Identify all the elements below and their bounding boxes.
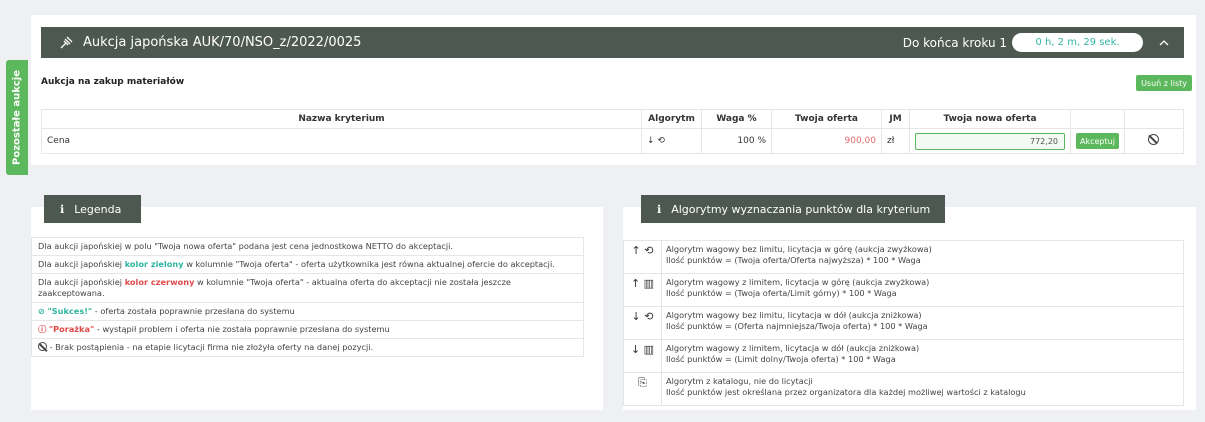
- criterion-name: Cena: [41, 128, 642, 154]
- list-item: ↓ ⟲ Algorytm wagowy bez limitu, licytacj…: [623, 306, 1184, 340]
- algorithm-up-limited-icon: ↑ ▥: [623, 273, 662, 307]
- unit-value: zł: [881, 128, 910, 154]
- col-criterion-name: Nazwa kryterium: [41, 109, 642, 129]
- legend-list: Dla aukcji japońskiej w polu "Twoja nowa…: [31, 236, 584, 358]
- info-icon: ℹ: [60, 202, 65, 216]
- col-your-offer: Twoja oferta: [771, 109, 882, 129]
- algorithm-down-unlimited-icon: ↓ ⟲: [623, 306, 662, 340]
- ban-icon: [38, 342, 47, 352]
- algorithms-header: ℹ Algorytmy wyznaczania punktów dla kryt…: [641, 195, 945, 223]
- col-accept: [1070, 109, 1125, 129]
- countdown-timer: 0 h, 2 m, 29 sek.: [1012, 33, 1143, 52]
- col-new-offer: Twoja nowa oferta: [909, 109, 1071, 129]
- list-item: ⎘ Algorytm z katalogu, nie do licytacji I…: [623, 372, 1184, 406]
- list-item: ↑ ⟲ Algorytm wagowy bez limitu, licytacj…: [623, 240, 1184, 274]
- side-tab-label: Pozostałe aukcje: [11, 70, 23, 165]
- legend-header: ℹ Legenda: [44, 195, 141, 223]
- green-highlight: kolor zielony: [124, 259, 184, 270]
- algorithm-down-limited-icon: ↓ ▥: [623, 339, 662, 373]
- ban-icon[interactable]: [1148, 134, 1160, 145]
- side-tab-other-auctions[interactable]: Pozostałe aukcje: [6, 60, 28, 175]
- no-bid-cell: [1123, 128, 1185, 154]
- col-weight: Waga %: [701, 109, 772, 129]
- algorithms-card: ℹ Algorytmy wyznaczania punktów dla kryt…: [623, 195, 1196, 410]
- check-circle-icon: ⊘: [38, 306, 45, 317]
- catalog-icon: ⎘: [623, 372, 662, 406]
- accept-cell: Akceptuj: [1070, 128, 1125, 154]
- chevron-up-icon[interactable]: [1158, 37, 1170, 49]
- list-item: Dla aukcji japońskiej kolor czerwony w k…: [31, 273, 584, 304]
- list-item: Dla aukcji japońskiej kolor zielony w ko…: [31, 255, 584, 275]
- table-row: Cena ↓ ⟲ 100 % 900,00 zł 772,20 Akceptuj: [41, 128, 1185, 154]
- algorithms-list: ↑ ⟲ Algorytm wagowy bez limitu, licytacj…: [623, 240, 1184, 406]
- legend-title: Legenda: [74, 202, 122, 216]
- gavel-icon: [59, 36, 73, 50]
- algorithm-up-unlimited-icon: ↑ ⟲: [623, 240, 662, 274]
- weight-value: 100 %: [701, 128, 772, 154]
- accept-button[interactable]: Akceptuj: [1076, 133, 1119, 149]
- auction-card: Aukcja japońska AUK/70/NSO_z/2022/0025 D…: [31, 15, 1196, 165]
- red-highlight: kolor czerwony: [124, 277, 195, 288]
- auction-header: Aukcja japońska AUK/70/NSO_z/2022/0025 D…: [41, 27, 1184, 58]
- list-item: ⓘ "Porażka" - wystąpił problem i oferta …: [31, 320, 584, 340]
- col-unit: JM: [881, 109, 910, 129]
- success-label: "Sukces!": [47, 306, 93, 317]
- auction-title: Aukcja japońska AUK/70/NSO_z/2022/0025: [83, 35, 362, 50]
- col-algorithm: Algorytm: [641, 109, 702, 129]
- legend-card: ℹ Legenda Dla aukcji japońskiej w polu "…: [31, 195, 603, 410]
- list-item: - Brak postąpienia - na etapie licytacji…: [31, 338, 584, 358]
- algorithm-icon: ↓ ⟲: [641, 128, 702, 154]
- new-offer-input[interactable]: 772,20: [915, 132, 1065, 150]
- list-item: ↑ ▥ Algorytm wagowy z limitem, licytacja…: [623, 273, 1184, 307]
- list-item: Dla aukcji japońskiej w polu "Twoja nowa…: [31, 236, 584, 257]
- info-icon: ℹ: [657, 202, 662, 216]
- remove-from-list-button[interactable]: Usuń z listy: [1136, 75, 1192, 91]
- col-action: [1123, 109, 1185, 129]
- step-label: Do końca kroku 1: [902, 35, 1007, 50]
- alert-circle-icon: ⓘ: [38, 324, 47, 335]
- new-offer-cell: 772,20: [909, 128, 1071, 154]
- auction-subtitle: Aukcja na zakup materiałów: [41, 77, 185, 87]
- list-item: ⊘ "Sukces!" - oferta została poprawnie p…: [31, 302, 584, 322]
- table-header-row: Nazwa kryterium Algorytm Waga % Twoja of…: [41, 109, 1185, 129]
- list-item: ↓ ▥ Algorytm wagowy z limitem, licytacja…: [623, 339, 1184, 373]
- algorithms-title: Algorytmy wyznaczania punktów dla kryter…: [671, 202, 931, 216]
- criteria-table: Nazwa kryterium Algorytm Waga % Twoja of…: [41, 109, 1185, 154]
- failure-label: "Porażka": [48, 324, 95, 335]
- your-offer-value: 900,00: [771, 128, 882, 154]
